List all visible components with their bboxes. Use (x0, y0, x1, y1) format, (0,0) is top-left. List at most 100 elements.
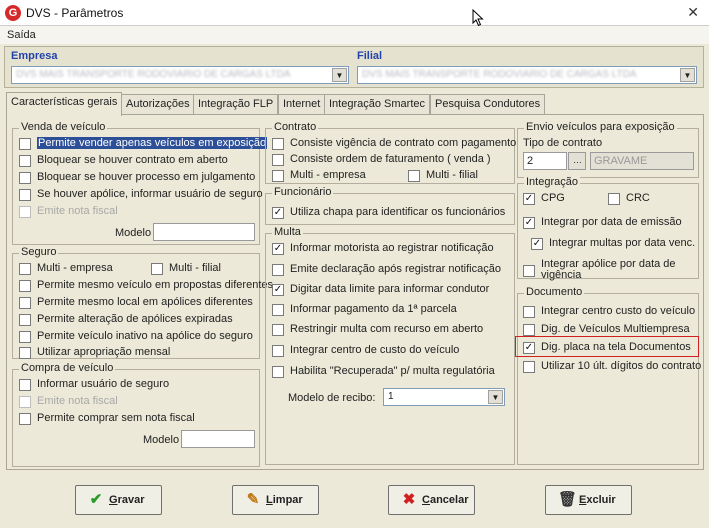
excluir-button[interactable]: 🗑 Excluir (545, 485, 632, 515)
group-funcionario: Funcionário ✓ Utiliza chapa para identifi… (265, 186, 515, 225)
checkbox-label: Integrar multas por data venc. (549, 237, 696, 249)
checkbox-box[interactable] (523, 324, 535, 336)
cancelar-button[interactable]: ✖ Cancelar (388, 485, 475, 515)
checkbox-label: Permite veículo inativo na apólice do se… (37, 330, 253, 342)
checkmark-icon: ✔ (89, 491, 103, 508)
lookup-icon: … (573, 155, 582, 165)
excluir-label: Excluir (579, 494, 616, 506)
checkbox-label: Multi - filial (169, 262, 221, 274)
checkbox-box[interactable]: ✓ (523, 217, 535, 229)
checkbox-box[interactable]: ✓ (272, 207, 284, 219)
checkbox-box[interactable]: ✓ (272, 284, 284, 296)
close-icon[interactable]: ✕ (687, 4, 699, 21)
checkbox-box[interactable] (272, 264, 284, 276)
chevron-down-icon[interactable]: ▼ (488, 390, 503, 404)
menu-bar: Saída (0, 26, 709, 44)
cancel-x-icon: ✖ (402, 491, 416, 508)
chevron-down-icon[interactable]: ▼ (332, 68, 347, 82)
tipo-contrato-lookup-button[interactable]: … (568, 152, 586, 170)
checkbox-box[interactable] (19, 314, 31, 326)
tab-strip: Características gerais Autorizações Inte… (6, 92, 706, 116)
modelo-recibo-label: Modelo de recibo: (288, 392, 376, 404)
gravar-button[interactable]: ✔ Gravar (75, 485, 162, 515)
filial-label: Filial (357, 50, 383, 62)
tab-integracao-flp[interactable]: Integração FLP (193, 94, 279, 114)
filial-value: DVS MAIS TRANSPORTE RODOVIARIO DE CARGAS… (362, 69, 637, 80)
limpar-button[interactable]: ✎ Limpar (232, 485, 319, 515)
tipo-contrato-desc-value: GRAVAME (594, 155, 648, 167)
checkbox-box[interactable] (19, 297, 31, 309)
checkbox-label: Digitar data limite para informar condut… (290, 283, 490, 295)
checkbox-label: Se houver apólice, informar usuário de s… (37, 188, 263, 200)
filial-select[interactable]: DVS MAIS TRANSPORTE RODOVIARIO DE CARGAS… (357, 66, 697, 84)
tipo-contrato-input[interactable]: 2 (523, 152, 567, 170)
checkbox-box[interactable] (523, 265, 535, 277)
tab-integracao-smartec[interactable]: Integração Smartec (324, 94, 430, 114)
group-title: Compra de veículo (19, 362, 116, 374)
checkbox-box[interactable] (523, 306, 535, 318)
checkbox-label: Multi - empresa (290, 169, 366, 181)
tab-caracteristicas-gerais[interactable]: Características gerais (6, 92, 123, 116)
limpar-label: Limpar (266, 494, 303, 506)
modelo-compra-input[interactable] (181, 430, 255, 448)
group-title: Documento (524, 286, 585, 298)
modelo-recibo-select[interactable]: 1 ▼ (383, 388, 505, 406)
checkbox-box[interactable] (19, 189, 31, 201)
group-envio-veiculos: Envio veículos para exposição Tipo de co… (517, 121, 699, 178)
checkbox-box[interactable] (272, 366, 284, 378)
checkbox-box[interactable] (19, 155, 31, 167)
checkbox-box[interactable] (608, 193, 620, 205)
checkbox-box[interactable] (19, 347, 31, 359)
group-seguro: Seguro Multi - empresa Multi - filial Pe… (12, 246, 273, 359)
checkbox-box[interactable]: ✓ (531, 238, 543, 250)
checkbox-label: Permite comprar sem nota fiscal (37, 412, 195, 424)
footer-bar: ✔ Gravar ✎ Limpar ✖ Cancelar 🗑 Excluir (0, 472, 709, 528)
checkbox-box[interactable] (272, 170, 284, 182)
group-title: Envio veículos para exposição (524, 121, 677, 133)
tab-internet[interactable]: Internet (278, 94, 326, 114)
modelo-venda-input[interactable] (153, 223, 255, 241)
checkbox-box[interactable] (272, 304, 284, 316)
checkbox-box[interactable] (408, 170, 420, 182)
checkbox-label: Permite alteração de apólices expiradas (37, 313, 233, 325)
checkbox-box[interactable] (19, 413, 31, 425)
modelo-recibo-value: 1 (388, 391, 394, 402)
checkbox-label: Permite mesmo veículo em propostas difer… (37, 279, 273, 291)
checkbox-label: Multi - empresa (37, 262, 113, 274)
checkbox-box[interactable] (19, 172, 31, 184)
cancelar-label: Cancelar (422, 494, 469, 506)
checkbox-box[interactable] (272, 324, 284, 336)
checkbox-label: Emite nota fiscal (37, 205, 118, 217)
checkbox-box[interactable] (272, 138, 284, 150)
checkbox-box[interactable] (19, 138, 31, 150)
checkbox-label: Habilita "Recuperada" p/ multa regulatór… (290, 365, 495, 377)
tab-content: Venda de veículo Permite vender apenas v… (6, 114, 704, 470)
checkbox-box (19, 206, 31, 218)
checkbox-box[interactable] (523, 361, 535, 373)
checkbox-box[interactable] (19, 263, 31, 275)
tab-autorizacoes[interactable]: Autorizações (121, 94, 195, 114)
checkbox-box[interactable] (272, 345, 284, 357)
checkbox-box[interactable]: ✓ (523, 193, 535, 205)
checkbox-box[interactable]: ✓ (272, 243, 284, 255)
empresa-value: DVS MAIS TRANSPORTE RODOVIARIO DE CARGAS… (16, 69, 291, 80)
checkbox-label: Utilizar 10 últ. dígitos do contrato (541, 360, 702, 372)
checkbox-label: Integrar apólice por data de vigência (541, 258, 676, 281)
chevron-down-icon[interactable]: ▼ (680, 68, 695, 82)
checkbox-label: Integrar centro de custo do veículo (290, 344, 460, 356)
group-contrato: Contrato Consiste vigência de contrato c… (265, 121, 516, 184)
empresa-select[interactable]: DVS MAIS TRANSPORTE RODOVIARIO DE CARGAS… (11, 66, 349, 84)
checkbox-box[interactable] (272, 154, 284, 166)
checkbox-box[interactable] (19, 331, 31, 343)
checkbox-box[interactable] (19, 280, 31, 292)
checkbox-box[interactable] (19, 379, 31, 391)
group-integracao: Integração ✓ CPG CRC ✓ Integrar por data d… (517, 176, 699, 281)
checkbox-box[interactable] (151, 263, 163, 275)
tab-pesquisa-condutores[interactable]: Pesquisa Condutores (430, 94, 546, 114)
window-title: DVS - Parâmetros (26, 6, 124, 20)
eraser-icon: ✎ (246, 491, 260, 508)
group-title: Integração (524, 176, 580, 188)
tipo-contrato-value: 2 (527, 155, 534, 167)
modelo-label: Modelo (143, 434, 180, 446)
menu-item-saida[interactable]: Saída (7, 29, 36, 41)
